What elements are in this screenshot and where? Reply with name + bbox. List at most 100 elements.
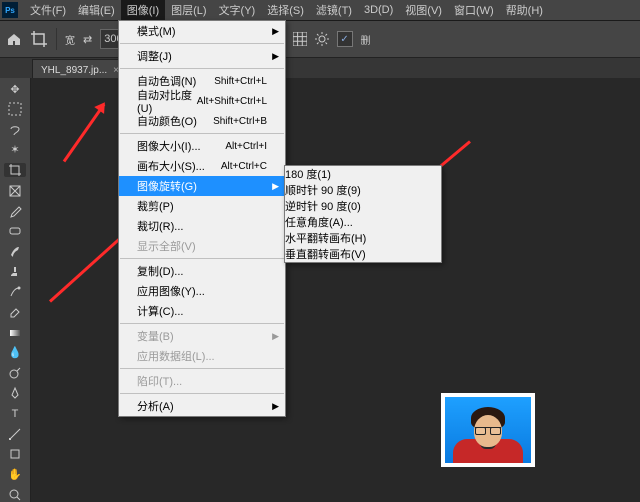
path-tool[interactable] xyxy=(4,427,26,441)
submenu-item[interactable]: 逆时针 90 度(0) xyxy=(285,198,441,214)
menu-item: 显示全部(V) xyxy=(119,236,285,256)
crop-tool-icon[interactable] xyxy=(30,30,48,48)
app-logo: Ps xyxy=(2,2,18,18)
submenu-item[interactable]: 顺时针 90 度(9) xyxy=(285,182,441,198)
menu-item[interactable]: 分析(A)▶ xyxy=(119,396,285,416)
menu-item: 变量(B) ▶ xyxy=(119,326,285,346)
grid-icon[interactable] xyxy=(293,32,307,46)
home-icon[interactable] xyxy=(6,31,22,47)
menu-item-label: 应用数据组(L)... xyxy=(137,348,215,364)
delete-check[interactable]: ✓ xyxy=(337,31,353,47)
shape-tool[interactable] xyxy=(4,447,26,461)
menu-bar: Ps 文件(F) 编辑(E) 图像(I) 图层(L) 文字(Y) 选择(S) 滤… xyxy=(0,0,640,21)
submenu-item-label: 任意角度(A)... xyxy=(285,217,353,229)
menu-item-label: 应用图像(Y)... xyxy=(137,283,205,299)
menu-item: 陷印(T)... xyxy=(119,371,285,391)
menu-shortcut: Alt+Shift+Ctrl+L xyxy=(197,96,267,107)
eyedropper-tool[interactable] xyxy=(4,204,26,218)
menu-separator xyxy=(120,258,284,259)
menu-file[interactable]: 文件(F) xyxy=(24,0,72,20)
rotate-submenu: 180 度(1)顺时针 90 度(9)逆时针 90 度(0) 任意角度(A)...… xyxy=(284,165,442,263)
eraser-tool[interactable] xyxy=(4,305,26,319)
menu-item-label: 裁剪(P) xyxy=(137,198,174,214)
brush-tool[interactable] xyxy=(4,244,26,258)
menu-layer[interactable]: 图层(L) xyxy=(165,0,212,20)
submenu-item[interactable]: 水平翻转画布(H) xyxy=(285,230,441,246)
tool-panel: ✥ ✶ 💧 T ✋ xyxy=(0,78,31,502)
hand-tool[interactable]: ✋ xyxy=(4,467,26,481)
gear-icon[interactable] xyxy=(315,32,329,46)
image-menu-dropdown: 模式(M)▶调整(J)▶自动色调(N)Shift+Ctrl+L自动对比度(U)A… xyxy=(118,20,286,417)
marquee-tool[interactable] xyxy=(4,102,26,116)
gradient-tool[interactable] xyxy=(4,325,26,339)
submenu-item[interactable]: 180 度(1) xyxy=(285,166,441,182)
menu-separator xyxy=(120,43,284,44)
pen-tool[interactable] xyxy=(4,386,26,400)
menu-item[interactable]: 图像大小(I)... Alt+Ctrl+I xyxy=(119,136,285,156)
menu-item-label: 变量(B) xyxy=(137,328,174,344)
divider xyxy=(56,28,57,50)
menu-item[interactable]: 裁切(R)... xyxy=(119,216,285,236)
menu-separator xyxy=(120,393,284,394)
menu-filter[interactable]: 滤镜(T) xyxy=(310,0,358,20)
submenu-arrow-icon: ▶ xyxy=(272,51,279,62)
lasso-tool[interactable] xyxy=(4,123,26,137)
menu-item[interactable]: 画布大小(S)...Alt+Ctrl+C xyxy=(119,156,285,176)
wand-tool[interactable]: ✶ xyxy=(4,143,26,157)
history-brush-tool[interactable] xyxy=(4,285,26,299)
menu-item-label: 计算(C)... xyxy=(137,303,183,319)
menu-item-label: 图像大小(I)... xyxy=(137,138,201,154)
menu-item[interactable]: 复制(D)... xyxy=(119,261,285,281)
menu-separator xyxy=(120,368,284,369)
crop-tool[interactable] xyxy=(4,163,26,177)
menu-separator xyxy=(120,133,284,134)
menu-separator xyxy=(120,68,284,69)
swap-icon[interactable]: ⇄ xyxy=(83,33,92,46)
menu-help[interactable]: 帮助(H) xyxy=(500,0,549,20)
document-tab[interactable]: YHL_8937.jp... × xyxy=(32,59,128,80)
menu-window[interactable]: 窗口(W) xyxy=(448,0,500,20)
submenu-item-label: 180 度(1) xyxy=(285,169,331,181)
zoom-tool[interactable] xyxy=(4,488,26,502)
heal-tool[interactable] xyxy=(4,224,26,238)
menu-item[interactable]: 裁剪(P) xyxy=(119,196,285,216)
menu-shortcut: Alt+Ctrl+I xyxy=(225,141,267,152)
menu-item[interactable]: 图像旋转(G)▶ xyxy=(119,176,285,196)
submenu-item[interactable]: 任意角度(A)... xyxy=(285,214,441,230)
menu-item[interactable]: 计算(C)... xyxy=(119,301,285,321)
type-tool[interactable]: T xyxy=(4,407,26,421)
menu-item[interactable]: 自动对比度(U)Alt+Shift+Ctrl+L xyxy=(119,91,285,111)
width-label: 宽 xyxy=(65,32,75,47)
submenu-item-label: 水平翻转画布(H) xyxy=(285,233,366,245)
dodge-tool[interactable] xyxy=(4,366,26,380)
submenu-item[interactable]: 垂直翻转画布(V) xyxy=(285,246,441,262)
menu-item[interactable]: 模式(M)▶ xyxy=(119,21,285,41)
menu-edit[interactable]: 编辑(E) xyxy=(72,0,121,20)
submenu-item-label: 垂直翻转画布(V) xyxy=(285,249,366,261)
menu-select[interactable]: 选择(S) xyxy=(261,0,310,20)
work-area: ✥ ✶ 💧 T ✋ xyxy=(0,78,640,502)
move-tool[interactable]: ✥ xyxy=(4,82,26,96)
frame-tool[interactable] xyxy=(4,183,26,197)
submenu-arrow-icon: ▶ xyxy=(272,401,279,412)
person-glasses xyxy=(475,427,501,434)
blur-tool[interactable]: 💧 xyxy=(4,346,26,360)
menu-shortcut: Alt+Ctrl+C xyxy=(221,161,267,172)
menu-image[interactable]: 图像(I) xyxy=(121,0,165,20)
menu-type[interactable]: 文字(Y) xyxy=(213,0,262,20)
menu-item[interactable]: 应用图像(Y)... xyxy=(119,281,285,301)
submenu-arrow-icon: ▶ xyxy=(272,26,279,37)
menu-item[interactable]: 调整(J) ▶ xyxy=(119,46,285,66)
menu-item-label: 调整(J) xyxy=(137,48,172,64)
tab-label: YHL_8937.jp... xyxy=(41,65,107,76)
menu-item[interactable]: 自动颜色(O)Shift+Ctrl+B xyxy=(119,111,285,131)
submenu-arrow-icon: ▶ xyxy=(272,181,279,192)
submenu-arrow-icon: ▶ xyxy=(272,331,279,342)
menu-view[interactable]: 视图(V) xyxy=(399,0,448,20)
menu-item-label: 自动颜色(O) xyxy=(137,113,197,129)
document-image[interactable] xyxy=(441,393,535,467)
menu-item-label: 陷印(T)... xyxy=(137,373,182,389)
stamp-tool[interactable] xyxy=(4,265,26,279)
menu-item-label: 复制(D)... xyxy=(137,263,183,279)
menu-3d[interactable]: 3D(D) xyxy=(358,0,399,20)
